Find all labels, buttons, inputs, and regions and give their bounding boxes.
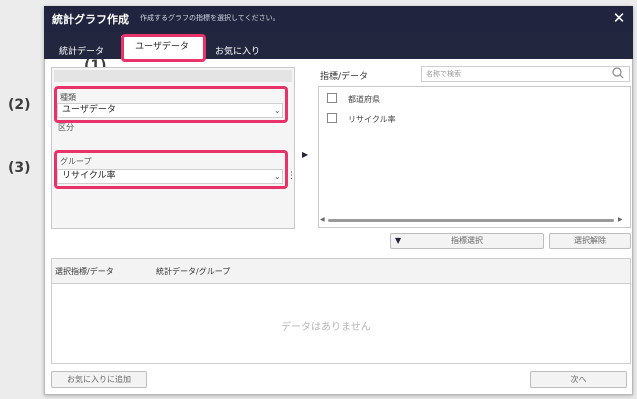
tab-statistics-data[interactable]: 統計データ (59, 44, 104, 57)
search-icon[interactable] (610, 65, 626, 81)
callout-2: (2) (8, 97, 31, 113)
tab-favorites[interactable]: お気に入り (215, 44, 260, 57)
select-indicator-button[interactable]: 指標選択 (390, 233, 544, 249)
add-favorite-button[interactable]: お気に入りに追加 (51, 371, 147, 388)
title-bar (44, 6, 633, 32)
category-label: 区分 (58, 123, 74, 132)
checkbox-prefecture[interactable] (327, 93, 337, 103)
scroll-right-icon[interactable]: ▶ (618, 216, 623, 223)
down-triangle-icon: ▼ (395, 236, 402, 245)
list-item-recycling-rate[interactable]: リサイクル率 (348, 114, 396, 125)
horizontal-scrollbar[interactable] (328, 219, 614, 222)
add-arrow-icon[interactable]: ▶ (302, 150, 308, 159)
more-options-icon[interactable]: ⋮ (287, 171, 296, 181)
close-icon: ✕ (612, 9, 626, 27)
highlight-box-group (54, 150, 288, 189)
column-header-selected: 選択指標/データ (55, 267, 114, 276)
search-placeholder: 名称で検索 (426, 70, 461, 78)
next-button[interactable]: 次へ (530, 371, 627, 388)
column-header-source: 統計データ/グループ (156, 267, 231, 276)
highlight-box-tab (121, 34, 206, 62)
indicator-list (318, 86, 631, 228)
dialog-title: 統計グラフ作成 (52, 13, 129, 26)
dialog-subtitle: 作成するグラフの指標を選択してください。 (140, 14, 280, 22)
list-item-prefecture[interactable]: 都道府県 (348, 94, 380, 105)
selected-table-header (51, 258, 631, 284)
indicator-list-title: 指標/データ (320, 72, 369, 82)
add-favorite-label: お気に入りに追加 (67, 375, 131, 384)
callout-3: (3) (8, 160, 31, 176)
empty-message: データはありません (281, 322, 371, 333)
deselect-button[interactable]: 選択解除 (549, 233, 631, 249)
next-label: 次へ (570, 375, 587, 384)
scroll-left-icon[interactable]: ◀ (320, 216, 325, 223)
checkbox-recycling-rate[interactable] (327, 113, 337, 123)
deselect-label: 選択解除 (574, 236, 606, 245)
select-indicator-label: 指標選択 (451, 236, 483, 245)
filter-panel-header (54, 70, 292, 82)
highlight-box-type (54, 86, 288, 123)
close-button[interactable]: ✕ (606, 6, 632, 32)
